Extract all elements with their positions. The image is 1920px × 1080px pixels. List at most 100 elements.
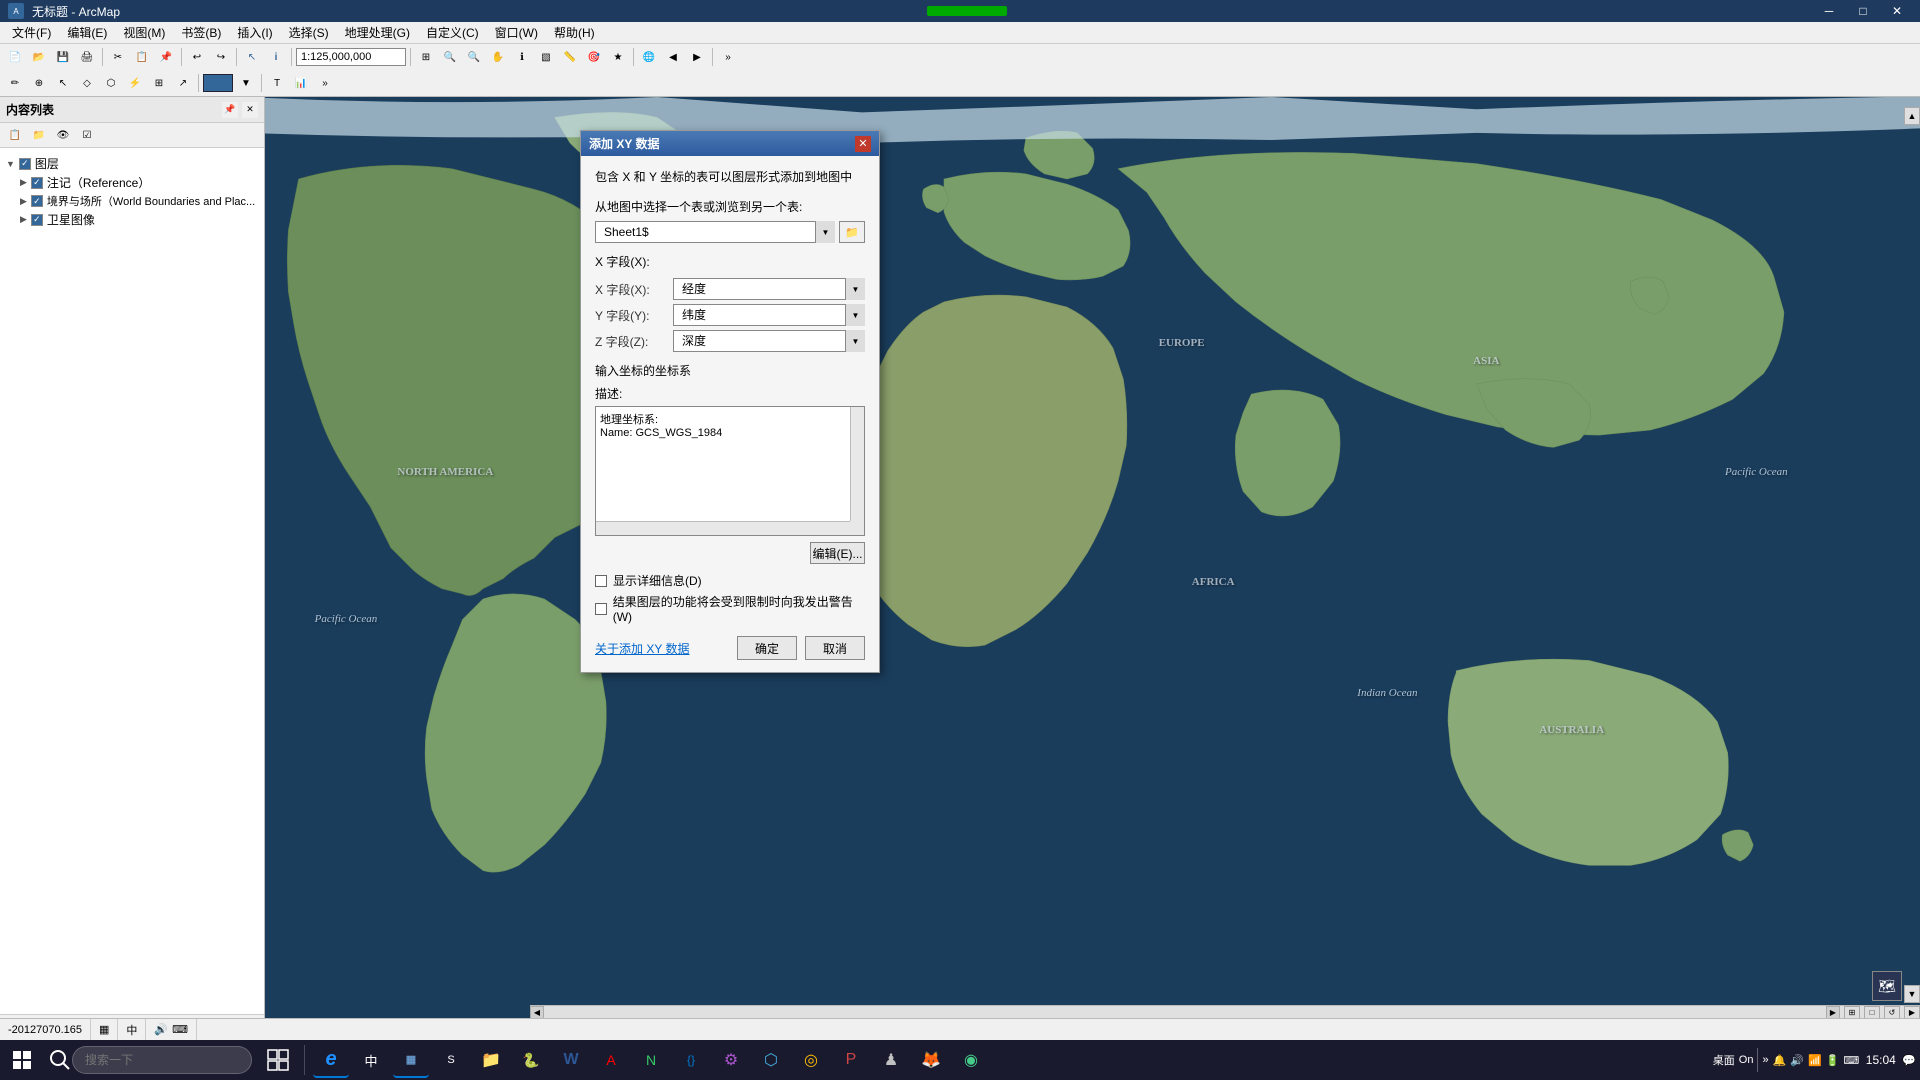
zoom-in[interactable]: 🔍 <box>439 47 461 67</box>
scroll-left[interactable]: ◀ <box>530 1006 544 1020</box>
taskbar-volume[interactable]: 🔊 <box>1790 1054 1804 1067</box>
copy-button[interactable]: 📋 <box>131 47 153 67</box>
menu-edit[interactable]: 编辑(E) <box>59 22 115 43</box>
save-button[interactable]: 💾 <box>52 47 74 67</box>
y-field-select[interactable]: 纬度 <box>673 304 865 326</box>
bookmark-btn[interactable]: ★ <box>607 47 629 67</box>
edit-select[interactable]: ↖ <box>52 73 74 93</box>
menu-select[interactable]: 选择(S) <box>281 22 337 43</box>
close-button[interactable]: ✕ <box>1882 2 1912 20</box>
identify-button[interactable]: ℹ <box>511 47 533 67</box>
vertex-btn[interactable]: ◇ <box>76 73 98 93</box>
help-link[interactable]: 关于添加 XY 数据 <box>595 640 689 657</box>
desc-scrollbar-v[interactable] <box>850 407 864 521</box>
next-extent[interactable]: ▶ <box>686 47 708 67</box>
taskbar-search-input[interactable] <box>72 1046 252 1074</box>
cancel-button[interactable]: 取消 <box>805 636 865 660</box>
scroll-right[interactable]: ▶ <box>1826 1006 1840 1020</box>
table-select[interactable]: Sheet1$ <box>595 221 835 243</box>
windows-start-button[interactable] <box>4 1042 40 1078</box>
taskbar-network[interactable]: 📶 <box>1808 1054 1822 1067</box>
taskbar-word[interactable]: W <box>553 1042 589 1078</box>
status-icon2[interactable]: ⌨ <box>172 1023 188 1036</box>
color-box[interactable] <box>203 74 233 92</box>
edit-button[interactable]: 编辑(E)... <box>810 542 865 564</box>
menu-help[interactable]: 帮助(H) <box>546 22 603 43</box>
layer-group-header[interactable]: ▼ ✓ 图层 <box>4 154 260 173</box>
map-icon[interactable]: 🗺 <box>1872 971 1902 1001</box>
taskbar-explorer[interactable]: 📁 <box>473 1042 509 1078</box>
tool-btn7[interactable]: ⊞ <box>148 73 170 93</box>
menu-file[interactable]: 文件(F) <box>4 22 59 43</box>
z-field-select[interactable]: 深度 <box>673 330 865 352</box>
taskbar-steam[interactable]: S <box>433 1042 469 1078</box>
menu-geoprocessing[interactable]: 地理处理(G) <box>337 22 418 43</box>
list-by-select[interactable]: ☑ <box>76 125 98 145</box>
minimize-button[interactable]: ─ <box>1814 2 1844 20</box>
zoom-out[interactable]: 🔍 <box>463 47 485 67</box>
menu-customize[interactable]: 自定义(C) <box>418 22 487 43</box>
split-btn[interactable]: ⚡ <box>124 73 146 93</box>
color-dropdown[interactable]: ▼ <box>235 73 257 93</box>
taskbar-zhcn[interactable]: 中 <box>353 1042 389 1078</box>
taskbar-battery[interactable]: 🔋 <box>1826 1054 1840 1067</box>
taskbar-app3[interactable]: ⚙ <box>713 1042 749 1078</box>
map-ctrl-3[interactable]: ↺ <box>1884 1006 1900 1020</box>
snap-btn[interactable]: ⊕ <box>28 73 50 93</box>
undo-button[interactable]: ↩ <box>186 47 208 67</box>
browse-button[interactable]: 📁 <box>839 221 865 243</box>
status-grid[interactable]: ▦ <box>91 1019 118 1040</box>
editor-btn[interactable]: ✏ <box>4 73 26 93</box>
goto-btn[interactable]: 🎯 <box>583 47 605 67</box>
taskbar-python[interactable]: 🐍 <box>513 1042 549 1078</box>
layer-3-checkbox[interactable]: ✓ <box>31 214 43 226</box>
more-btn[interactable]: » <box>717 47 739 67</box>
reshape-btn[interactable]: ⬡ <box>100 73 122 93</box>
taskbar-notify[interactable]: 🔔 <box>1773 1054 1787 1067</box>
paste-button[interactable]: 📌 <box>155 47 177 67</box>
taskbar-chrome[interactable]: ◎ <box>793 1042 829 1078</box>
label-btn[interactable]: T <box>266 73 288 93</box>
taskbar-arcmap[interactable]: ▦ <box>393 1042 429 1078</box>
measure-btn[interactable]: 📏 <box>559 47 581 67</box>
warning-checkbox[interactable] <box>595 603 607 615</box>
taskbar-more[interactable]: » <box>1762 1054 1768 1066</box>
status-zh[interactable]: 中 <box>118 1019 146 1040</box>
ok-button[interactable]: 确定 <box>737 636 797 660</box>
taskbar-on-label[interactable]: On <box>1739 1054 1754 1066</box>
taskbar-app2[interactable]: N <box>633 1042 669 1078</box>
taskbar-firefox[interactable]: 🦊 <box>913 1042 949 1078</box>
info-button[interactable]: i <box>265 47 287 67</box>
taskbar-app7[interactable]: ◉ <box>953 1042 989 1078</box>
menu-insert[interactable]: 插入(I) <box>229 22 280 43</box>
taskbar-app4[interactable]: ⬡ <box>753 1042 789 1078</box>
sidebar-pin[interactable]: 📌 <box>222 102 238 118</box>
menu-bookmark[interactable]: 书签(B) <box>173 22 229 43</box>
list-by-source[interactable]: 📁 <box>28 125 50 145</box>
scale-input[interactable] <box>296 48 406 66</box>
taskbar-keyboard[interactable]: ⌨ <box>1843 1054 1859 1067</box>
taskbar-action-center[interactable]: 💬 <box>1902 1054 1916 1067</box>
pointer-button[interactable]: ↖ <box>241 47 263 67</box>
search-taskbar-icon[interactable] <box>44 1042 256 1078</box>
new-button[interactable]: 📄 <box>4 47 26 67</box>
map-scroll-x[interactable]: ◀ ▶ ⊞ □ ↺ ▶ <box>530 1005 1920 1019</box>
task-view-button[interactable] <box>260 1042 296 1078</box>
map-area[interactable]: Arctic Ocean NORTH AMERICA Pacific Ocean… <box>265 97 1920 1019</box>
taskbar-acrobat[interactable]: A <box>593 1042 629 1078</box>
status-icon1[interactable]: 🔊 <box>154 1023 168 1036</box>
desc-scrollbar-h[interactable] <box>596 521 850 535</box>
cut-button[interactable]: ✂ <box>107 47 129 67</box>
layer-group-checkbox[interactable]: ✓ <box>19 158 31 170</box>
tool-btn8[interactable]: ↗ <box>172 73 194 93</box>
layer-2-checkbox[interactable]: ✓ <box>31 195 43 207</box>
menu-window[interactable]: 窗口(W) <box>487 22 546 43</box>
scroll-down-button[interactable]: ▼ <box>1904 985 1920 1003</box>
layer-1-checkbox[interactable]: ✓ <box>31 177 43 189</box>
show-details-checkbox[interactable] <box>595 575 607 587</box>
taskbar-app5[interactable]: P <box>833 1042 869 1078</box>
sidebar-close[interactable]: ✕ <box>242 102 258 118</box>
list-by-vis[interactable]: 👁 <box>52 125 74 145</box>
map-ctrl-1[interactable]: ⊞ <box>1844 1006 1860 1020</box>
x-field-select[interactable]: 经度 <box>673 278 865 300</box>
